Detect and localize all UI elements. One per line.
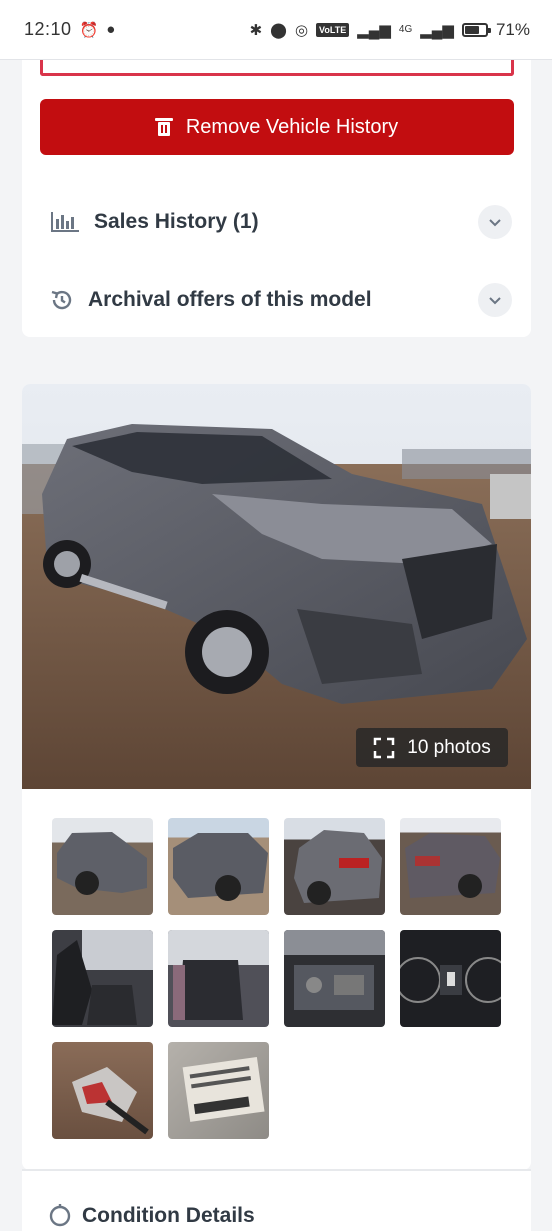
- chevron-down-icon[interactable]: [478, 205, 512, 239]
- fullscreen-icon: [374, 737, 395, 758]
- signal-icon-2: ▂▄▆: [420, 21, 454, 39]
- thumbnail-4[interactable]: [400, 818, 501, 915]
- condition-icon: [49, 1204, 71, 1227]
- status-left: 12:10 ⏰ ●: [24, 19, 115, 40]
- status-time: 12:10: [24, 19, 72, 39]
- battery-fill: [464, 25, 479, 34]
- condition-details-label: Condition Details: [82, 1204, 255, 1227]
- status-right: ✱ ⬤ ◎ VoLTE ▂▄▆ 4G ▂▄▆ 71%: [250, 20, 530, 40]
- alarm-icon: ⏰: [79, 21, 99, 39]
- condition-details-heading: Condition Details: [48, 1204, 255, 1228]
- battery-icon: [461, 22, 491, 37]
- photos-count-label: 10 photos: [407, 736, 491, 758]
- thumbnail-2[interactable]: [168, 818, 269, 915]
- bar-chart-icon: [51, 212, 79, 232]
- thumbnail-7[interactable]: [284, 930, 385, 1027]
- trash-icon: [154, 118, 173, 136]
- battery-percent: 71%: [495, 19, 530, 39]
- thumbnail-8[interactable]: [400, 930, 501, 1027]
- history-icon: [51, 290, 72, 310]
- previous-input-outline: [40, 60, 514, 76]
- view-all-photos-button[interactable]: 10 photos: [356, 728, 508, 767]
- signal-icon: ▂▄▆: [357, 21, 391, 39]
- remove-vehicle-history-button[interactable]: Remove Vehicle History: [40, 99, 514, 155]
- thumbnail-5[interactable]: [52, 930, 153, 1027]
- thumbnail-3[interactable]: [284, 818, 385, 915]
- messenger-icon: ●: [106, 21, 116, 38]
- thumbnail-10[interactable]: [168, 1042, 269, 1139]
- chevron-down-icon[interactable]: [478, 283, 512, 317]
- sales-history-label: Sales History (1): [94, 210, 259, 233]
- sales-history-accordion[interactable]: Sales History (1): [50, 200, 512, 244]
- thumbnail-6[interactable]: [168, 930, 269, 1027]
- bluetooth-icon: ✱: [249, 21, 263, 39]
- network-type-label: 4G: [398, 24, 413, 35]
- location-icon: ⬤: [270, 21, 287, 39]
- volte-icon: VoLTE: [316, 22, 350, 37]
- remove-vehicle-history-label: Remove Vehicle History: [185, 115, 399, 138]
- status-bar: 12:10 ⏰ ● ✱ ⬤ ◎ VoLTE ▂▄▆ 4G ▂▄▆ 71%: [0, 0, 552, 60]
- archival-offers-accordion[interactable]: Archival offers of this model: [50, 278, 512, 322]
- hotspot-icon: ◎: [294, 21, 309, 39]
- thumbnail-9[interactable]: [52, 1042, 153, 1139]
- thumbnail-1[interactable]: [52, 818, 153, 915]
- archival-offers-label: Archival offers of this model: [88, 288, 372, 311]
